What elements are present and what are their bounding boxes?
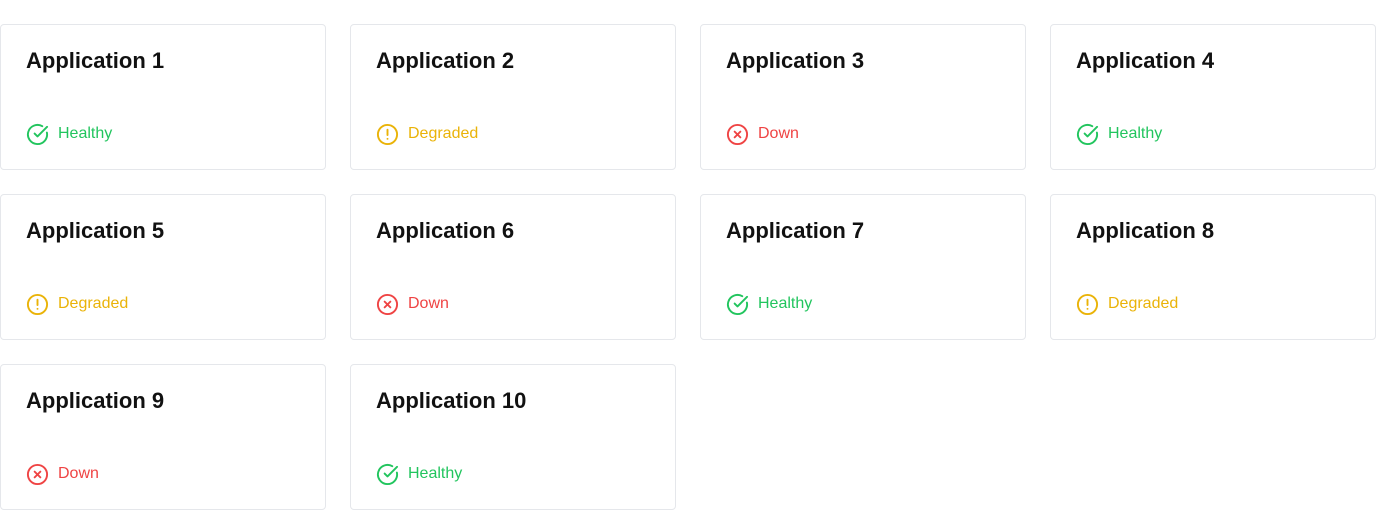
alert-circle-icon bbox=[1076, 293, 1099, 316]
status-label: Down bbox=[758, 125, 799, 142]
application-card[interactable]: Application 5 Degraded bbox=[0, 194, 326, 340]
status-indicator: Degraded bbox=[26, 292, 128, 316]
status-label: Healthy bbox=[1108, 125, 1163, 142]
x-circle-icon bbox=[726, 123, 749, 146]
application-name: Application 8 bbox=[1076, 218, 1215, 243]
alert-circle-icon bbox=[26, 293, 49, 316]
application-name: Application 5 bbox=[26, 218, 165, 243]
status-label: Degraded bbox=[1108, 295, 1179, 312]
status-label: Healthy bbox=[758, 295, 813, 312]
application-status-grid: Application 1 Healthy Application 2 Degr… bbox=[0, 24, 1376, 510]
application-card[interactable]: Application 4 Healthy bbox=[1050, 24, 1376, 170]
status-label: Down bbox=[58, 465, 99, 482]
status-indicator: Down bbox=[376, 292, 449, 316]
status-label: Down bbox=[408, 295, 449, 312]
application-name: Application 6 bbox=[376, 218, 515, 243]
check-circle-icon bbox=[1076, 123, 1099, 146]
x-circle-icon bbox=[26, 463, 49, 486]
application-card[interactable]: Application 8 Degraded bbox=[1050, 194, 1376, 340]
application-name: Application 2 bbox=[376, 48, 515, 73]
application-name: Application 10 bbox=[376, 388, 527, 413]
application-card[interactable]: Application 9 Down bbox=[0, 364, 326, 510]
application-name: Application 7 bbox=[726, 218, 865, 243]
status-indicator: Down bbox=[726, 122, 799, 146]
application-name: Application 9 bbox=[26, 388, 165, 413]
x-circle-icon bbox=[376, 293, 399, 316]
status-label: Degraded bbox=[58, 295, 129, 312]
check-circle-icon bbox=[376, 463, 399, 486]
status-label: Healthy bbox=[408, 465, 463, 482]
application-card[interactable]: Application 10 Healthy bbox=[350, 364, 676, 510]
status-indicator: Degraded bbox=[376, 122, 478, 146]
status-label: Degraded bbox=[408, 125, 479, 142]
status-indicator: Healthy bbox=[376, 462, 462, 486]
status-label: Healthy bbox=[58, 125, 113, 142]
application-card[interactable]: Application 7 Healthy bbox=[700, 194, 1026, 340]
status-indicator: Degraded bbox=[1076, 292, 1178, 316]
status-indicator: Down bbox=[26, 462, 99, 486]
application-card[interactable]: Application 1 Healthy bbox=[0, 24, 326, 170]
status-indicator: Healthy bbox=[726, 292, 812, 316]
status-indicator: Healthy bbox=[1076, 122, 1162, 146]
application-card[interactable]: Application 3 Down bbox=[700, 24, 1026, 170]
application-name: Application 1 bbox=[26, 48, 165, 73]
alert-circle-icon bbox=[376, 123, 399, 146]
application-name: Application 3 bbox=[726, 48, 865, 73]
status-indicator: Healthy bbox=[26, 122, 112, 146]
application-card[interactable]: Application 2 Degraded bbox=[350, 24, 676, 170]
application-name: Application 4 bbox=[1076, 48, 1215, 73]
check-circle-icon bbox=[26, 123, 49, 146]
check-circle-icon bbox=[726, 293, 749, 316]
application-card[interactable]: Application 6 Down bbox=[350, 194, 676, 340]
